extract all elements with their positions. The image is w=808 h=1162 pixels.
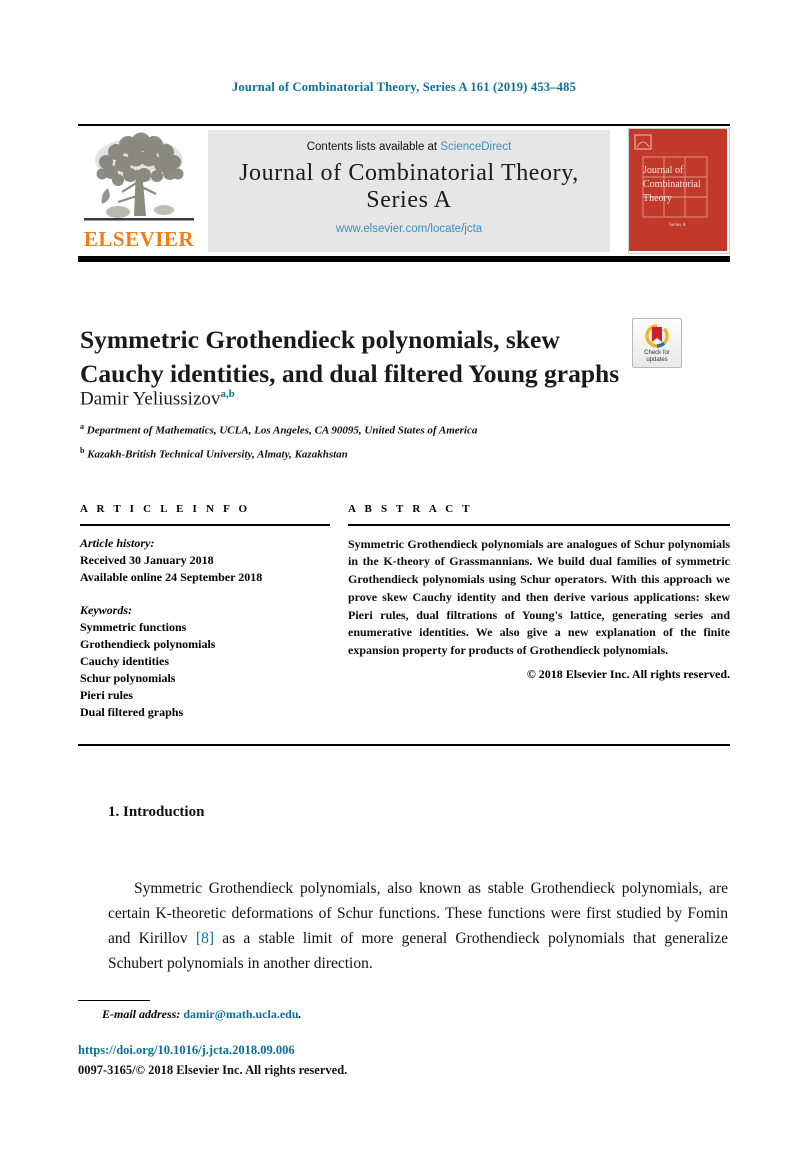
keyword-item: Schur polynomials	[80, 670, 176, 685]
contents-available-line: Contents lists available at ScienceDirec…	[208, 141, 610, 153]
email-address-link[interactable]: damir@math.ucla.edu	[183, 1007, 298, 1021]
author-label: Damir Yeliussizov	[80, 388, 221, 410]
keyword-item: Cauchy identities	[80, 653, 170, 668]
crossmark-line1: Check for	[644, 349, 670, 356]
article-info-heading: A R T I C L E I N F O	[80, 503, 251, 515]
journal-title-line2: Series A	[366, 186, 452, 213]
footnote-rule	[78, 1000, 150, 1002]
journal-masthead-box: Contents lists available at ScienceDirec…	[208, 130, 610, 252]
article-history-label: Article history:	[80, 535, 155, 550]
article-history: Article history: Received 30 January 201…	[80, 535, 330, 586]
affiliation-a: a Department of Mathematics, UCLA, Los A…	[80, 422, 600, 439]
abstract-copyright: © 2018 Elsevier Inc. All rights reserved…	[526, 666, 730, 681]
contents-prefix: Contents lists available at	[306, 141, 438, 153]
page-title: Symmetric Grothendieck polynomials, skew…	[80, 325, 620, 388]
journal-cover-image: Journal of Combinatorial Theory Series A	[629, 129, 727, 251]
crossmark-line2: updates	[646, 356, 668, 363]
section-heading-introduction: 1. Introduction	[108, 804, 205, 820]
sciencedirect-link[interactable]: ScienceDirect	[440, 141, 511, 153]
keyword-item: Symmetric functions	[80, 619, 187, 634]
masthead-bottom-rule	[78, 256, 730, 262]
keywords-label: Keywords:	[80, 602, 132, 617]
paper-page: Journal of Combinatorial Theory, Series …	[0, 0, 808, 1162]
affiliation-b: b Kazakh-British Technical University, A…	[80, 446, 600, 463]
abstract-column: A B S T R A C T Symmetric Grothendieck p…	[348, 503, 730, 682]
citation-reference-8[interactable]: [8]	[196, 930, 214, 947]
keywords-block: Keywords: Symmetric functions Grothendie…	[80, 602, 330, 721]
abstract-heading: A B S T R A C T	[348, 503, 473, 515]
journal-title-line1: Journal of Combinatorial Theory,	[239, 160, 579, 186]
abstract-bottom-rule	[78, 744, 730, 746]
article-available-online: Available online 24 September 2018	[80, 569, 263, 584]
issn-copyright-line: 0097-3165/© 2018 Elsevier Inc. All right…	[78, 1063, 348, 1077]
keyword-item: Grothendieck polynomials	[80, 636, 216, 651]
journal-url-link[interactable]: www.elsevier.com/locate/jcta	[208, 223, 610, 235]
article-info-rule	[80, 524, 330, 526]
email-footnote: E-mail address: damir@math.ucla.edu.	[102, 1007, 302, 1022]
crossmark-badge[interactable]: Check for updates	[632, 318, 682, 368]
svg-text:Theory: Theory	[643, 193, 672, 204]
affiliation-a-text: Department of Mathematics, UCLA, Los Ang…	[86, 424, 478, 437]
doi-link[interactable]: https://doi.org/10.1016/j.jcta.2018.09.0…	[78, 1043, 295, 1058]
keyword-item: Dual filtered graphs	[80, 704, 184, 719]
svg-text:Combinatorial: Combinatorial	[643, 179, 701, 190]
affiliation-a-mark: a	[80, 422, 84, 431]
svg-text:Series A: Series A	[669, 223, 686, 228]
abstract-rule	[348, 524, 730, 526]
elsevier-logo: ELSEVIER	[78, 130, 200, 254]
elsevier-wordmark: ELSEVIER	[83, 227, 195, 251]
article-info-column: A R T I C L E I N F O Article history: R…	[80, 503, 330, 721]
affiliation-b-mark: b	[80, 446, 85, 455]
crossmark-icon	[645, 324, 669, 348]
keyword-item: Pieri rules	[80, 687, 133, 702]
email-label: E-mail address:	[102, 1007, 181, 1021]
introduction-paragraph: Symmetric Grothendieck polynomials, also…	[108, 876, 728, 976]
author-affiliation-marks[interactable]: a,b	[220, 388, 234, 400]
svg-text:Journal of: Journal of	[643, 165, 684, 176]
elsevier-tree-icon	[84, 132, 194, 221]
email-period: .	[298, 1007, 302, 1021]
masthead: ELSEVIER Contents lists available at Sci…	[78, 126, 730, 254]
crossmark-label: Check for updates	[633, 350, 681, 364]
affiliation-b-text: Kazakh-British Technical University, Alm…	[87, 448, 348, 461]
abstract-text: Symmetric Grothendieck polynomials are a…	[348, 536, 730, 658]
author-name: Damir Yeliussizova,b	[80, 388, 235, 410]
running-head: Journal of Combinatorial Theory, Series …	[231, 80, 577, 94]
article-received: Received 30 January 2018	[80, 552, 214, 567]
journal-cover-thumbnail[interactable]: Journal of Combinatorial Theory Series A	[628, 128, 730, 254]
journal-title: Journal of Combinatorial Theory, Series …	[208, 160, 610, 214]
